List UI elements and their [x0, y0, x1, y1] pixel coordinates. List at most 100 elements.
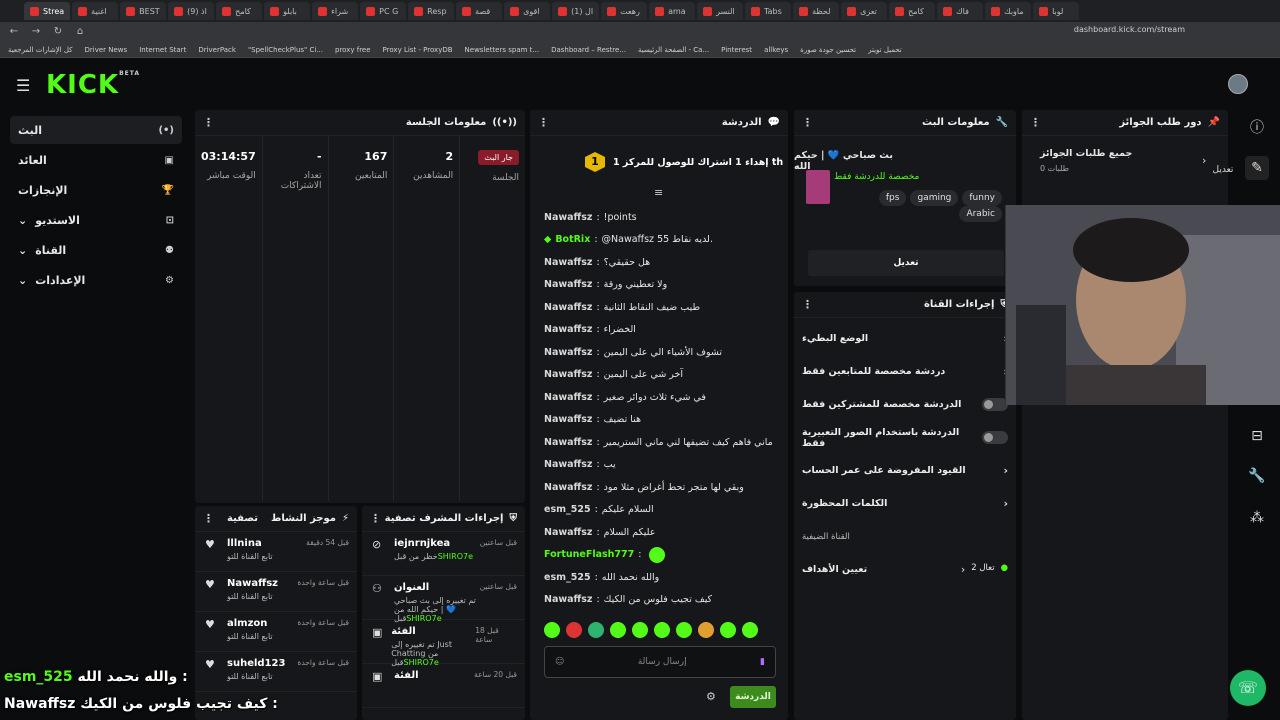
gear-icon[interactable]: ⚙	[706, 690, 716, 703]
emote-icon[interactable]	[588, 622, 604, 638]
emote-icon[interactable]	[720, 622, 736, 638]
toggle-switch[interactable]	[982, 431, 1008, 444]
channel-action-row[interactable]: الدردشة باستخدام الصور التعبيرية فقط	[794, 421, 1016, 454]
mic-icon[interactable]: ▮	[760, 657, 765, 667]
moderator-name[interactable]: SHIRO7e	[438, 552, 473, 561]
channel-action-row[interactable]: ›الوضع البطيء	[794, 322, 1016, 355]
browser-tab[interactable]: شراء	[312, 2, 359, 20]
chat-username[interactable]: Nawaffsz	[544, 482, 592, 493]
chat-username[interactable]: Nawaffsz	[544, 302, 592, 313]
browser-tab[interactable]: اغنية	[72, 2, 119, 20]
avatar[interactable]	[1228, 74, 1248, 94]
bookmark-item[interactable]: Proxy List - ProxyDB	[383, 46, 453, 54]
sidebar-item[interactable]: العائد ▣	[10, 146, 182, 174]
list-item[interactable]: ▣ الفئة تم تغييره إلى Just Chatting من قبل…	[362, 620, 525, 667]
bookmark-item[interactable]: تحسين جودة صورة	[800, 46, 856, 54]
more-icon[interactable]: ⋮	[802, 298, 813, 311]
bookmark-item[interactable]: Dashboard – Restre...	[551, 46, 626, 54]
filter-button[interactable]: تصفية	[227, 513, 258, 524]
list-item[interactable]: ⊘ iejnrnjkea خظر من قبلSHIRO7e قبل ساعتين	[362, 532, 525, 576]
emoji-icon[interactable]: ☺	[555, 657, 564, 667]
bookmark-item[interactable]: تحميل تويتر	[868, 46, 902, 54]
chat-username[interactable]: BotRix	[555, 234, 590, 245]
chat-username[interactable]: Nawaffsz	[544, 279, 592, 290]
chat-username[interactable]: Nawaffsz	[544, 212, 592, 223]
all-rewards-link[interactable]: جميع طلبات الجوائز	[1040, 148, 1132, 159]
send-button[interactable]: الدردشة	[730, 686, 776, 708]
browser-tab[interactable]: لحظة	[793, 2, 840, 20]
browser-tab[interactable]: Strea	[24, 2, 71, 20]
browser-tab[interactable]: قصة	[456, 2, 503, 20]
channel-action-row[interactable]: القناة الضيفية	[794, 520, 1016, 553]
browser-tab[interactable]: PC G	[360, 2, 407, 20]
channel-action-row[interactable]: ›دردشة مخصصة للمتابعين فقط	[794, 355, 1016, 388]
forward-icon[interactable]: →	[30, 26, 42, 38]
tag-pill[interactable]: Arabic	[959, 206, 1002, 222]
sidebar-item[interactable]: الإنجازات 🏆	[10, 176, 182, 204]
menu-icon[interactable]: ☰	[16, 76, 30, 95]
list-item[interactable]: ▣ الفئة قبل 20 ساعة	[362, 664, 525, 708]
chat-username[interactable]: esm_525	[544, 504, 591, 515]
chat-username[interactable]: Nawaffsz	[544, 414, 592, 425]
browser-tab[interactable]: Tabs	[745, 2, 792, 20]
browser-tab[interactable]: ماوبك	[985, 2, 1032, 20]
browser-tab[interactable]: فاك	[937, 2, 984, 20]
url-field[interactable]: dashboard.kick.com/stream	[1074, 25, 1185, 34]
moderator-name[interactable]: SHIRO7e	[404, 658, 439, 667]
emote-icon[interactable]	[566, 622, 582, 638]
chat-username[interactable]: Nawaffsz	[544, 527, 592, 538]
chat-input[interactable]: ☺ إرسال رسالة ▮	[544, 646, 776, 678]
chat-username[interactable]: Nawaffsz	[544, 437, 592, 448]
sidebar-item[interactable]: ⌄ الإعدادات ⚙	[10, 266, 182, 294]
chat-username[interactable]: Nawaffsz	[544, 459, 592, 470]
emote-icon[interactable]	[632, 622, 648, 638]
chat-username[interactable]: Nawaffsz	[544, 257, 592, 268]
sidebar-item[interactable]: ⌄ الاستديو ⊡	[10, 206, 182, 234]
list-item[interactable]: ⚇ العنوان تم تغييره إلى بث صباحي 💙 | حيكم …	[362, 576, 525, 623]
bookmark-item[interactable]: Internet Start	[139, 46, 186, 54]
share-icon[interactable]: ⁂	[1245, 506, 1269, 530]
channel-action-row[interactable]: › الكلمات المحظورة	[794, 487, 1016, 520]
chat-username[interactable]: Nawaffsz	[544, 347, 592, 358]
browser-tab[interactable]: النسر	[697, 2, 744, 20]
more-icon[interactable]: ⋮	[538, 116, 549, 129]
chat-username[interactable]: esm_525	[544, 572, 591, 583]
sidebar-item[interactable]: البث (•)	[10, 116, 182, 144]
bookmark-item[interactable]: كل الإشارات المرجعية	[8, 46, 73, 54]
back-icon[interactable]: ←	[8, 26, 20, 38]
chat-username[interactable]: Nawaffsz	[544, 369, 592, 380]
browser-tab[interactable]: اقوى	[504, 2, 551, 20]
tag-pill[interactable]: funny	[962, 190, 1002, 206]
moderator-name[interactable]: SHIRO7e	[406, 614, 441, 623]
sidebar-item[interactable]: ⌄ القناة ⚉	[10, 236, 182, 264]
emote-icon[interactable]	[544, 622, 560, 638]
more-icon[interactable]: ⋮	[370, 512, 381, 525]
bookmark-item[interactable]: الصفحة الرئيسية - Ca...	[638, 46, 709, 54]
browser-tab[interactable]: (1) ال	[552, 2, 600, 20]
browser-tab[interactable]: رهعت	[601, 2, 648, 20]
list-item[interactable]: ♥ Nawaffsz تابع القناة للتو قبل ساعة واحدة	[195, 572, 357, 612]
list-item[interactable]: ♥ almzon تابع القناة للتو قبل ساعة واحدة	[195, 612, 357, 652]
list-item[interactable]: ♥ lllnina تابع القناة للتو قبل 54 دقيقة	[195, 532, 357, 572]
browser-tab[interactable]: ama	[649, 2, 696, 20]
bookmark-item[interactable]: Newsletters spam t...	[465, 46, 540, 54]
bookmark-item[interactable]: Driver News	[85, 46, 128, 54]
more-icon[interactable]: ⋮	[203, 512, 214, 525]
chat-username[interactable]: FortuneFlash777	[544, 549, 634, 560]
emote-icon[interactable]	[742, 622, 758, 638]
filter-button[interactable]: تصفية	[385, 513, 416, 524]
stream-category[interactable]: مخصصة للدردشة فقط	[834, 172, 919, 182]
channel-action-row[interactable]: الدردشة مخصصة للمشتركين فقط	[794, 388, 1016, 421]
browser-tab[interactable]: BEST	[120, 2, 167, 20]
channel-action-row[interactable]: › القيود المفروضة على عمر الحساب	[794, 454, 1016, 487]
help-icon[interactable]: ☏	[1230, 670, 1266, 706]
bookmark-item[interactable]: "SpellCheckPlus" Ci...	[248, 46, 323, 54]
browser-tab[interactable]: (9) اذ	[168, 2, 215, 20]
browser-tab[interactable]: كامح	[216, 2, 263, 20]
emote-icon[interactable]	[654, 622, 670, 638]
edit-button[interactable]: تعديل	[808, 250, 1004, 276]
list-item[interactable]: ♥ suheld123 تابع القناة للتو قبل ساعة واحدة	[195, 652, 357, 692]
expand-icon[interactable]: ≡	[654, 186, 663, 199]
pinned-goal[interactable]: 1 إهداء 1 اشتراك للوصول للمركز 1 th	[585, 152, 783, 172]
tag-pill[interactable]: fps	[878, 190, 907, 206]
